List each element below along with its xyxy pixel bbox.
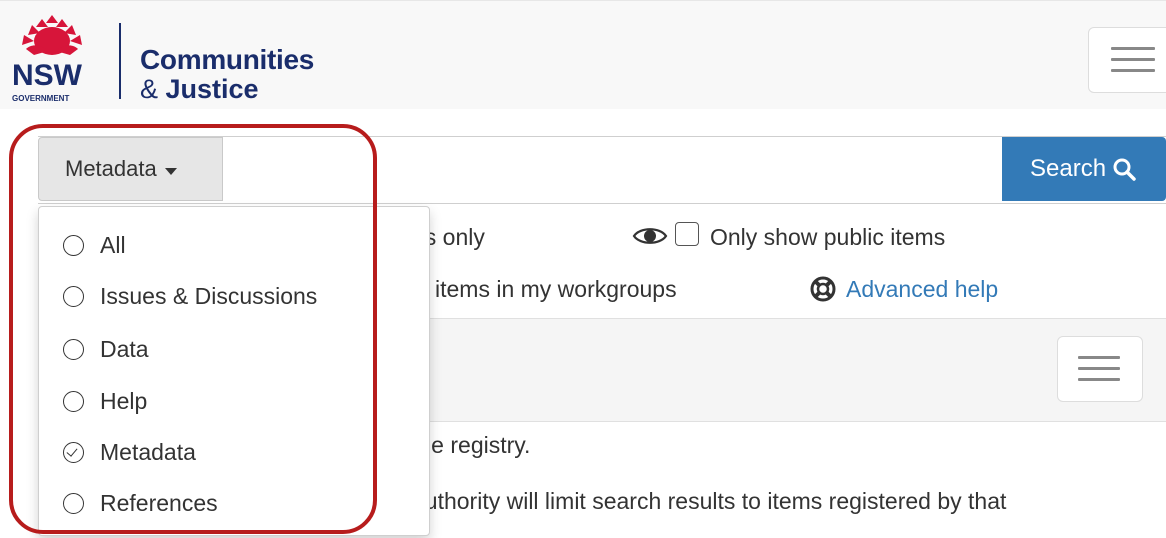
panel-menu-button[interactable]	[1057, 336, 1143, 402]
eye-icon	[632, 228, 668, 244]
public-items-label: Only show public items	[710, 224, 946, 250]
search-button[interactable]: Search	[1002, 137, 1166, 201]
advanced-help-link[interactable]: Advanced help	[846, 276, 998, 303]
hamburger-icon	[1078, 356, 1120, 359]
hamburger-icon-bar	[1111, 69, 1155, 72]
site-header: NSW GOVERNMENT Communities & Justice	[0, 0, 1166, 109]
government-wordmark: GOVERNMENT	[12, 94, 69, 103]
life-ring-icon	[810, 276, 836, 302]
org-name-ampersand: &	[140, 74, 166, 104]
workgroup-items-label: w items in my workgroups	[412, 276, 677, 302]
search-icon	[1113, 158, 1136, 181]
hamburger-icon-bar	[1111, 58, 1155, 61]
main-menu-toggle-button[interactable]	[1088, 27, 1166, 93]
hamburger-icon-bar	[1078, 367, 1120, 370]
org-name-justice: Justice	[165, 74, 259, 104]
hamburger-icon-bar	[1078, 378, 1120, 381]
help-text-line2: authority will limit search results to i…	[412, 488, 1007, 514]
search-button-label: Search	[1030, 155, 1107, 182]
logo-divider	[119, 23, 121, 99]
nsw-wordmark: NSW	[12, 59, 83, 92]
annotation-highlight-outline	[9, 124, 377, 534]
hamburger-icon	[1111, 47, 1155, 50]
public-items-checkbox[interactable]	[675, 222, 699, 246]
org-name-line1: Communities	[140, 44, 315, 75]
nsw-waratah-logo[interactable]: NSW GOVERNMENT	[12, 15, 112, 107]
org-name-line2: & Justice	[140, 75, 259, 103]
